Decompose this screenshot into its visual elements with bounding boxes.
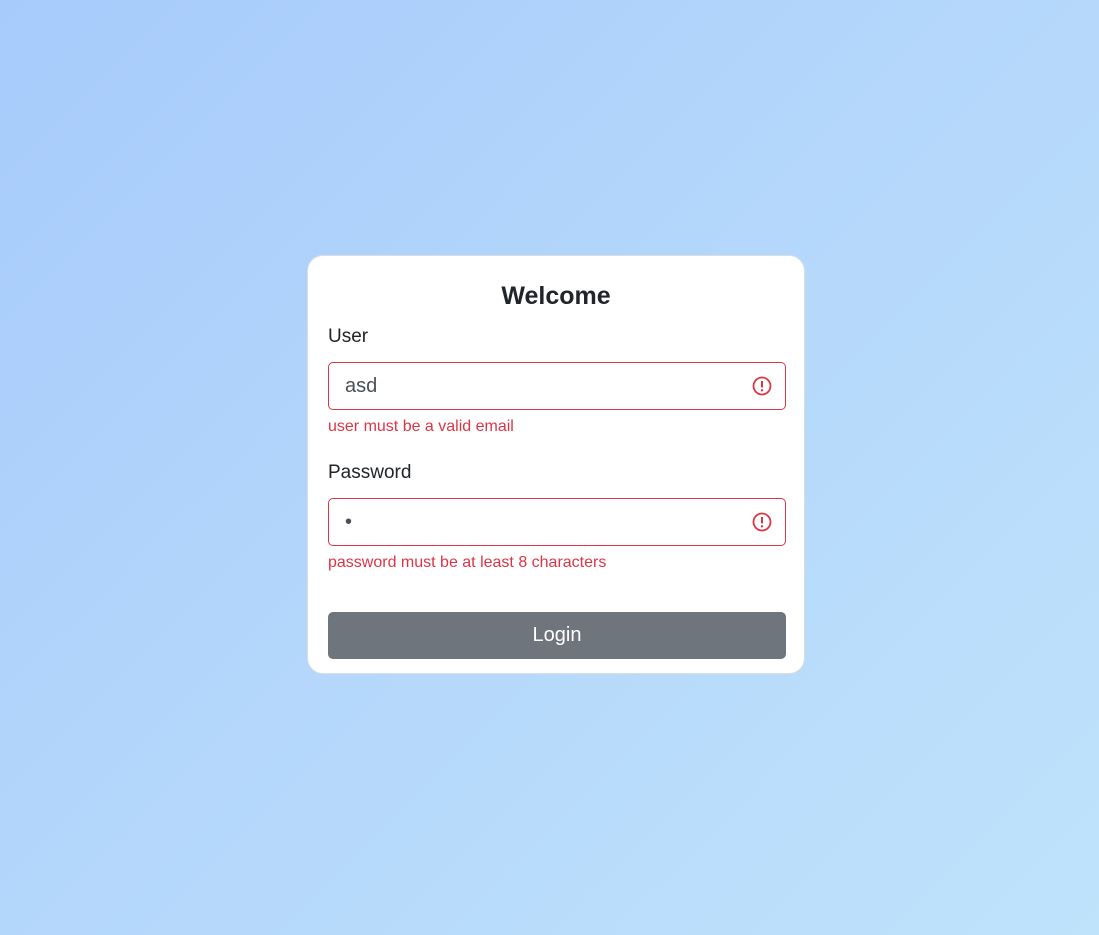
password-error-message: password must be at least 8 characters xyxy=(328,554,607,571)
exclamation-circle-icon xyxy=(752,376,772,396)
password-input[interactable]: • xyxy=(345,499,352,545)
user-input[interactable] xyxy=(329,363,745,409)
user-field-wrapper xyxy=(328,362,786,410)
password-label: Password xyxy=(328,462,412,483)
login-button[interactable]: Login xyxy=(328,612,786,659)
password-field-wrapper[interactable]: • xyxy=(328,498,786,546)
page-title: Welcome xyxy=(501,282,611,310)
user-label: User xyxy=(328,326,369,347)
exclamation-circle-icon xyxy=(752,512,772,532)
user-error-message: user must be a valid email xyxy=(328,418,514,435)
login-card: Welcome User user must be a valid email … xyxy=(307,255,805,674)
